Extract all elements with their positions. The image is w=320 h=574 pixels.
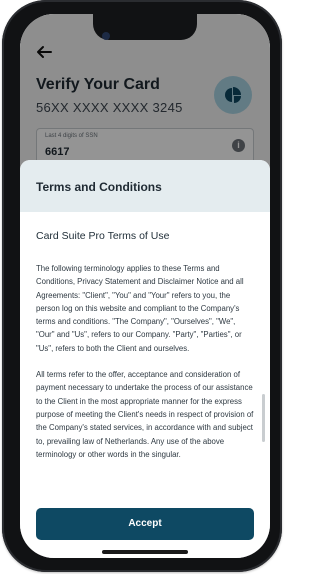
phone-frame: Verify Your Card 56XX XXXX XXXX 3245 Las… [2,0,282,572]
terms-paragraph: All terms refer to the offer, acceptance… [36,370,254,459]
terms-sheet-title: Terms and Conditions [36,180,162,194]
terms-sheet-header: Terms and Conditions [20,160,270,212]
accept-button[interactable]: Accept [36,508,254,540]
phone-screen: Verify Your Card 56XX XXXX XXXX 3245 Las… [20,14,270,558]
home-indicator [102,550,188,554]
terms-scroll-area[interactable]: Card Suite Pro Terms of Use The followin… [36,230,256,498]
camera [102,32,110,40]
terms-scrollbar[interactable] [262,394,265,442]
terms-sheet: Terms and Conditions Card Suite Pro Term… [20,160,270,558]
terms-paragraph: The following terminology applies to the… [36,264,244,353]
terms-heading: Card Suite Pro Terms of Use [36,230,170,242]
